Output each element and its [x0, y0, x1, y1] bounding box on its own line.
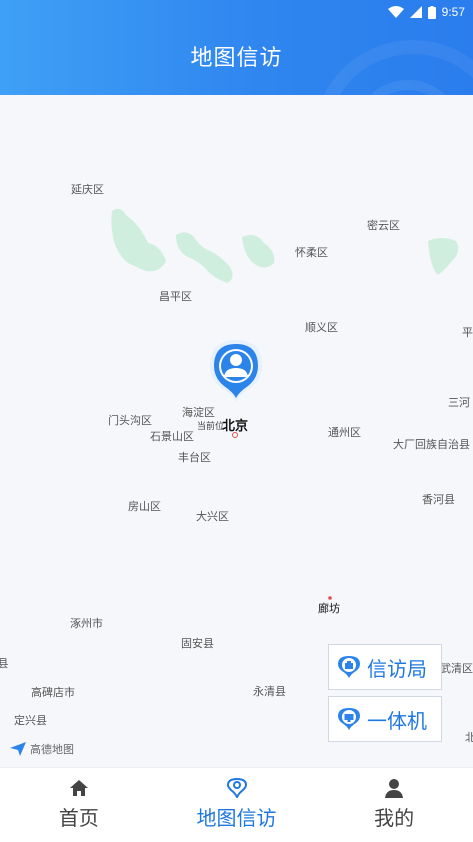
map-label: 高碑店市 — [31, 686, 75, 699]
tab-mine[interactable]: 我的 — [315, 768, 473, 842]
map-label: 武清区 — [440, 662, 473, 675]
map-label: 门头沟区 — [108, 414, 152, 427]
amap-logo: 高德地图 — [10, 741, 74, 757]
tab-label: 首页 — [58, 808, 99, 830]
map-label: 海淀区 — [182, 406, 215, 419]
map-label: 三河 — [448, 396, 470, 409]
map-label: 昌平区 — [159, 290, 192, 303]
map-label: 廊坊 — [318, 602, 340, 615]
xinfangju-label: 信访局 — [367, 658, 427, 681]
map-label: 当前位 — [197, 422, 225, 432]
clock: 9:57 — [441, 5, 465, 19]
tab-label: 地图信访 — [196, 808, 277, 830]
map-label: 通州区 — [328, 426, 361, 439]
map-label: 大厂回族自治县 — [393, 438, 470, 451]
map-label: 固安县 — [181, 637, 214, 650]
yitiji-label: 一体机 — [367, 710, 427, 733]
app-header: 9:57 地图信访 — [0, 0, 473, 95]
map-label: 延庆区 — [71, 183, 104, 196]
wifi-icon — [387, 6, 404, 18]
battery-icon — [427, 5, 436, 19]
map-label: 大兴区 — [196, 510, 229, 523]
tab-map-petition[interactable]: 地图信访 — [158, 768, 316, 842]
user-icon — [385, 779, 404, 798]
map-label: 房山区 — [128, 500, 161, 513]
page-title: 地图信访 — [190, 45, 283, 70]
green-area — [428, 238, 459, 275]
bottom-tab-bar: 首页 地图信访 我的 — [0, 767, 473, 842]
map-label: 定兴县 — [14, 714, 47, 727]
location-icon — [226, 778, 247, 798]
home-icon — [69, 780, 88, 796]
map-label: 石景山区 — [150, 430, 194, 443]
xinfangju-button[interactable]: 信访局 — [328, 644, 442, 690]
map-label: 平 — [462, 326, 473, 339]
green-area — [111, 208, 166, 272]
map-label: 丰台区 — [178, 451, 211, 464]
status-bar: 9:57 — [387, 2, 465, 22]
map-view[interactable]: 延庆区 密云区 怀柔区 昌平区 顺义区 平 门头沟区 海淀区 当前位 北京 石景… — [0, 95, 473, 767]
kiosk-location-icon — [338, 708, 360, 730]
tab-home[interactable]: 首页 — [0, 768, 158, 842]
map-label: 永清县 — [253, 685, 286, 698]
map-label: 县 — [0, 657, 9, 670]
tab-label: 我的 — [374, 808, 415, 830]
map-label: 顺义区 — [305, 321, 338, 334]
map-label: 涿州市 — [70, 617, 103, 630]
user-location-marker-icon[interactable] — [208, 338, 264, 404]
amap-logo-icon — [10, 742, 26, 756]
green-area — [242, 235, 275, 268]
map-label: 北京 — [222, 419, 249, 434]
map-label: 怀柔区 — [295, 246, 328, 259]
amap-logo-text: 高德地图 — [30, 744, 74, 756]
office-location-icon — [338, 656, 360, 678]
green-area — [176, 232, 233, 283]
map-label: 香河县 — [422, 493, 455, 506]
yitiji-button[interactable]: 一体机 — [328, 696, 442, 742]
map-label: 密云区 — [367, 219, 400, 232]
map-label: 北 — [465, 731, 473, 744]
signal-icon — [409, 6, 422, 18]
